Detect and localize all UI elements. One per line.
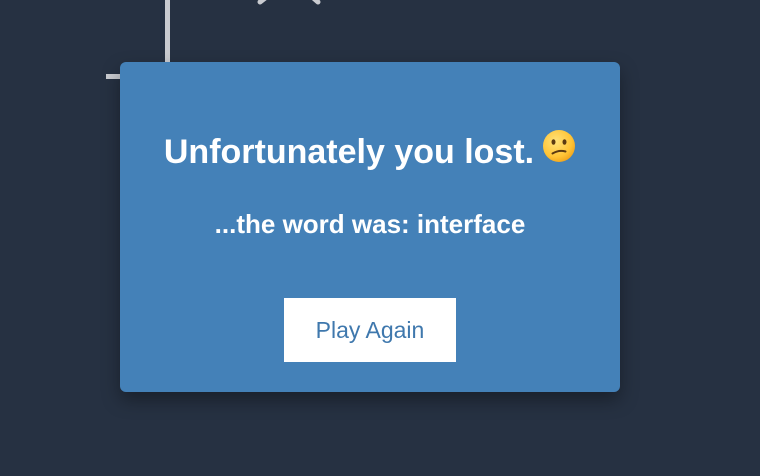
gallows-pole — [165, 0, 170, 70]
hangman-figure-arms — [257, 0, 321, 5]
revealed-word-text: ...the word was: interface — [214, 209, 526, 239]
play-again-button[interactable]: Play Again — [284, 298, 456, 362]
game-over-modal: Unfortunately you lost. ...the word was:… — [120, 62, 620, 392]
game-over-title: Unfortunately you lost. — [120, 129, 620, 174]
game-stage: Unfortunately you lost. ...the word was:… — [0, 0, 760, 476]
confused-face-icon — [542, 129, 576, 174]
game-over-title-text: Unfortunately you lost. — [163, 133, 535, 171]
